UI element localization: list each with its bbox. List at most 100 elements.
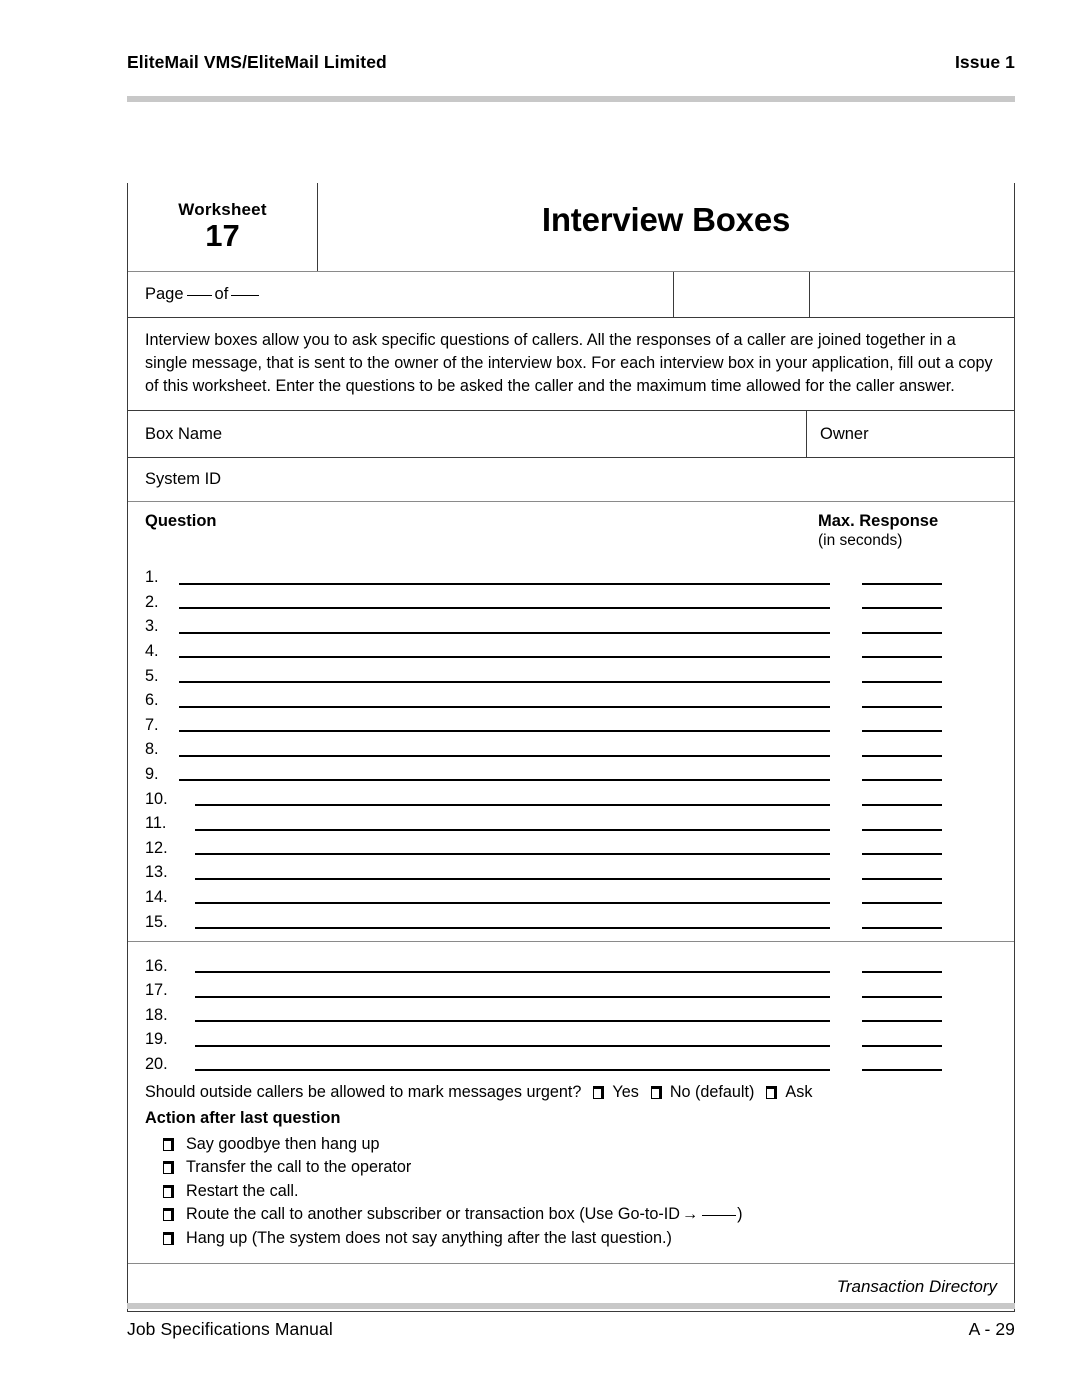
max-response-blank[interactable] [862, 607, 942, 610]
urgent-option-ask[interactable]: Ask [766, 1083, 812, 1102]
page-of-blank-cell-2[interactable] [810, 272, 1014, 317]
action-option-transfer-operator[interactable]: Transfer the call to the operator [128, 1156, 1014, 1180]
max-response-blank[interactable] [862, 730, 942, 733]
question-text-blank[interactable] [195, 1044, 830, 1047]
footer-divider-rule [127, 1303, 1015, 1309]
question-text-blank[interactable] [195, 995, 830, 998]
max-response-blank[interactable] [862, 779, 942, 782]
max-response-blank[interactable] [862, 582, 942, 585]
owner-field[interactable]: Owner [807, 411, 1014, 457]
max-response-blank[interactable] [862, 754, 942, 757]
max-response-blank[interactable] [862, 1044, 942, 1047]
action-option-say-goodbye[interactable]: Say goodbye then hang up [128, 1132, 1014, 1156]
checkbox-icon[interactable] [163, 1161, 174, 1175]
page-number-blank[interactable] [186, 294, 212, 296]
checkbox-icon[interactable] [163, 1208, 174, 1222]
max-response-column-header: Max. Response (in seconds) [818, 512, 1014, 550]
max-response-blank[interactable] [862, 971, 942, 973]
question-text-blank[interactable] [195, 1069, 830, 1072]
question-text-blank[interactable] [179, 582, 830, 585]
header-right-issue: Issue 1 [954, 52, 1015, 72]
page-of-cell: Page of [128, 272, 674, 317]
go-to-id-blank[interactable] [702, 1214, 737, 1216]
question-row: 5. [128, 661, 1014, 686]
action-option-label: Transfer the call to the operator [186, 1158, 412, 1177]
question-row: 8. [128, 735, 1014, 760]
question-row: 17. [128, 976, 1014, 1001]
question-row: 16. [128, 951, 1014, 976]
max-response-blank[interactable] [862, 853, 942, 856]
question-number: 4. [145, 642, 159, 661]
max-response-blank[interactable] [862, 1069, 942, 1072]
urgent-option-yes-label: Yes [612, 1083, 639, 1102]
action-option-hang-up[interactable]: Hang up (The system does not say anythin… [128, 1226, 1014, 1250]
question-row: 1. [128, 563, 1014, 588]
urgent-option-no[interactable]: No (default) [650, 1083, 754, 1102]
max-response-blank[interactable] [862, 705, 942, 708]
question-text-blank[interactable] [179, 607, 830, 610]
checkbox-icon[interactable] [163, 1231, 174, 1245]
question-text-blank[interactable] [195, 853, 830, 856]
worksheet-title-cell: Interview Boxes [318, 183, 1014, 271]
box-name-field[interactable]: Box Name [128, 411, 807, 457]
page-title: Interview Boxes [541, 201, 791, 238]
urgent-question-label: Should outside callers be allowed to mar… [145, 1083, 582, 1102]
question-text-blank[interactable] [179, 705, 830, 708]
box-name-band: Box Name Owner [128, 411, 1014, 458]
question-text-blank[interactable] [195, 828, 830, 831]
question-group-divider [128, 940, 1014, 943]
max-response-blank[interactable] [862, 1020, 942, 1023]
page-total-blank[interactable] [231, 294, 260, 296]
question-row: 6. [128, 686, 1014, 711]
question-text-blank[interactable] [195, 877, 830, 880]
question-text-blank[interactable] [179, 730, 830, 733]
header-divider-rule [127, 96, 1015, 102]
question-number: 1. [145, 568, 159, 587]
question-text-blank[interactable] [179, 631, 830, 634]
manual-name: Job Specifications Manual [127, 1319, 333, 1339]
page-of-prefix-label: Page [145, 285, 184, 303]
urgent-messages-question-row: Should outside callers be allowed to mar… [128, 1074, 1014, 1102]
checkbox-icon[interactable] [766, 1086, 778, 1100]
question-number: 9. [145, 765, 159, 784]
max-response-header-text: Max. Response [818, 512, 939, 530]
max-response-blank[interactable] [862, 828, 942, 831]
checkbox-icon[interactable] [593, 1086, 605, 1100]
urgent-option-yes[interactable]: Yes [593, 1083, 639, 1102]
max-response-blank[interactable] [862, 803, 942, 806]
question-row: 13. [128, 858, 1014, 883]
max-response-blank[interactable] [862, 995, 942, 998]
question-text-blank[interactable] [195, 971, 830, 973]
action-option-route-call[interactable]: Route the call to another subscriber or … [128, 1203, 1014, 1227]
action-option-restart-call[interactable]: Restart the call. [128, 1179, 1014, 1203]
question-text-blank[interactable] [179, 754, 830, 757]
max-response-blank[interactable] [862, 656, 942, 659]
question-row: 19. [128, 1025, 1014, 1050]
worksheet-number-cell: Worksheet 17 [128, 183, 318, 271]
checkbox-icon[interactable] [163, 1184, 174, 1198]
max-response-blank[interactable] [862, 877, 942, 880]
question-number: 2. [145, 592, 159, 611]
question-text-blank[interactable] [195, 1020, 830, 1023]
question-text-blank[interactable] [195, 902, 830, 905]
max-response-blank[interactable] [862, 631, 942, 634]
question-text-blank[interactable] [195, 803, 830, 806]
urgent-option-ask-label: Ask [785, 1083, 813, 1102]
system-id-field[interactable]: System ID [128, 458, 1014, 502]
checkbox-icon[interactable] [163, 1137, 174, 1151]
question-text-blank[interactable] [195, 926, 830, 929]
question-row: 7. [128, 711, 1014, 736]
question-number: 5. [145, 666, 159, 685]
action-option-label: Restart the call. [186, 1181, 299, 1200]
checkbox-icon[interactable] [650, 1086, 662, 1100]
max-response-blank[interactable] [862, 680, 942, 683]
question-row: 18. [128, 1001, 1014, 1026]
question-number: 13. [145, 863, 168, 882]
question-text-blank[interactable] [179, 680, 830, 683]
max-response-blank[interactable] [862, 926, 942, 929]
question-rows-second-group: 16. 17. 18. 19. 20. [128, 951, 1014, 1074]
page-of-blank-cell-1[interactable] [674, 272, 810, 317]
question-text-blank[interactable] [179, 656, 830, 659]
question-text-blank[interactable] [179, 779, 830, 782]
max-response-blank[interactable] [862, 902, 942, 905]
